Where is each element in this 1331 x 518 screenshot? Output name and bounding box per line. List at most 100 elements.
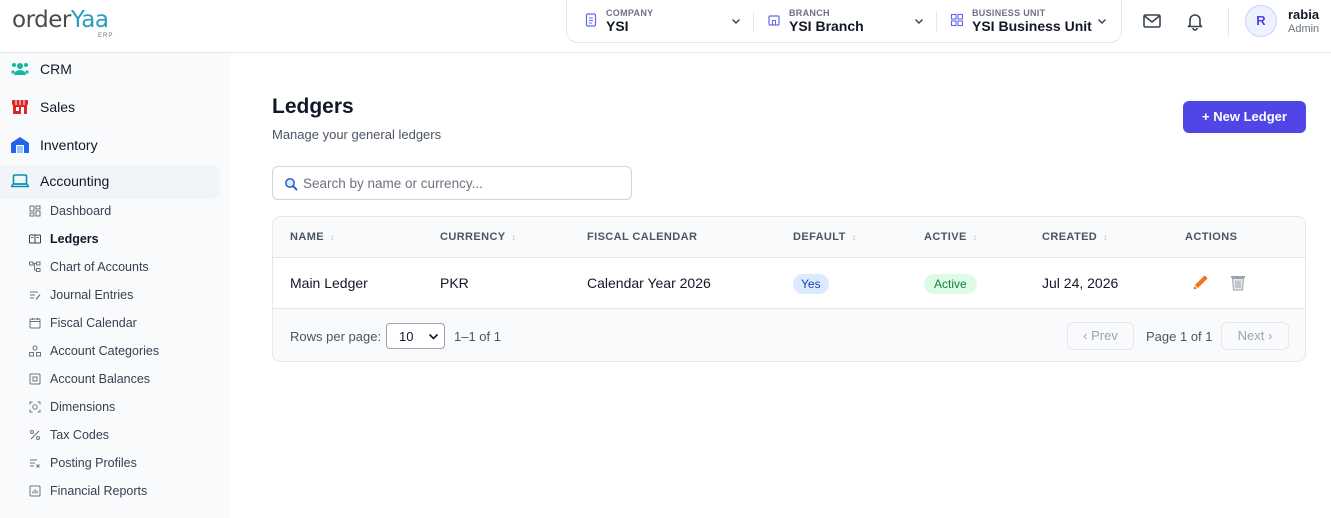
- report-icon: [29, 485, 41, 497]
- company-selector[interactable]: COMPANY YSI: [584, 0, 749, 43]
- selector-divider: [936, 12, 937, 32]
- search-icon: [285, 178, 298, 191]
- grid-icon: [950, 13, 964, 27]
- sort-icon: ↕: [1103, 232, 1109, 242]
- selector-divider: [753, 12, 754, 32]
- avatar[interactable]: R: [1245, 5, 1277, 37]
- brand-logo[interactable]: orderYaa ERP: [12, 7, 112, 41]
- posting-icon: [30, 459, 40, 468]
- default-badge: Yes: [793, 274, 829, 294]
- trash-icon[interactable]: [1228, 273, 1248, 293]
- warehouse-icon: [11, 137, 29, 153]
- table-row[interactable]: Main Ledger PKR Calendar Year 2026 Yes A…: [273, 258, 1305, 309]
- sidebar-subitem-journal-entries[interactable]: Journal Entries: [0, 284, 220, 308]
- column-header-default[interactable]: DEFAULT ↕: [793, 231, 857, 243]
- sidebar-subitem-label: Chart of Accounts: [50, 260, 149, 274]
- chevron-down-icon: [732, 19, 740, 24]
- sidebar-item-accounting[interactable]: Accounting: [0, 165, 220, 199]
- sidebar-subitem-label: Posting Profiles: [50, 456, 137, 470]
- calendar-icon: [29, 318, 41, 329]
- ledgers-table: NAME ↕ CURRENCY ↕ FISCAL CALENDAR DEFAULT ↕…: [272, 216, 1306, 362]
- business-unit-value: YSI Business Unit: [972, 18, 1092, 34]
- column-header-actions: ACTIONS: [1185, 231, 1238, 243]
- crm-people-icon: [11, 63, 29, 75]
- pagination: Rows per page: 10 1–1 of 1 ‹ Prev Page 1…: [273, 309, 1305, 361]
- search-box: [272, 166, 632, 200]
- sidebar-subitem-label: Journal Entries: [50, 288, 134, 302]
- column-header-name[interactable]: NAME ↕: [290, 231, 335, 243]
- sidebar-subitem-ledgers[interactable]: Ledgers: [0, 228, 220, 252]
- pagination-range: 1–1 of 1: [454, 329, 501, 344]
- sidebar-subitem-chart-of-accounts[interactable]: Chart of Accounts: [0, 256, 220, 280]
- business-unit-selector[interactable]: BUSINESS UNIT YSI Business Unit: [950, 0, 1110, 43]
- sidebar-item-label: CRM: [40, 61, 72, 77]
- status-badge: Active: [924, 274, 977, 294]
- new-ledger-button[interactable]: + New Ledger: [1183, 101, 1306, 133]
- sidebar-subitem-dimensions[interactable]: Dimensions: [0, 396, 220, 420]
- user-role: Admin: [1288, 23, 1320, 35]
- dashboard-icon: [29, 205, 41, 217]
- document-icon: [585, 13, 597, 27]
- sidebar-subitem-dashboard[interactable]: Dashboard: [0, 200, 220, 224]
- sidebar-item-crm[interactable]: CRM: [0, 53, 220, 87]
- column-header-fiscal-calendar: FISCAL CALENDAR: [587, 231, 698, 243]
- balance-icon: [29, 373, 41, 385]
- cell-created: Jul 24, 2026: [1042, 275, 1119, 291]
- brand-tagline: ERP: [98, 33, 114, 39]
- sidebar-item-label: Inventory: [40, 137, 98, 153]
- branch-selector[interactable]: BRANCH YSI Branch: [767, 0, 932, 43]
- mail-icon[interactable]: [1142, 11, 1162, 31]
- edit-pencil-icon[interactable]: [1190, 273, 1210, 293]
- company-caption: COMPANY: [606, 8, 654, 18]
- chevron-down-icon: [428, 333, 439, 340]
- chevron-down-icon: [915, 19, 923, 24]
- sidebar-subitem-label: Fiscal Calendar: [50, 316, 137, 330]
- context-selectors: COMPANY YSI BRANCH YSI Branch BUSINESS U…: [566, 0, 1122, 43]
- journal-icon: [30, 291, 41, 300]
- user-name[interactable]: rabia: [1288, 7, 1319, 22]
- bell-icon[interactable]: [1185, 11, 1205, 31]
- cell-name: Main Ledger: [290, 275, 368, 291]
- shop-icon: [12, 100, 28, 114]
- sort-icon: ↕: [511, 232, 517, 242]
- branch-value: YSI Branch: [789, 18, 864, 34]
- search-input[interactable]: [303, 167, 623, 199]
- laptop-icon: [10, 174, 30, 188]
- column-header-active[interactable]: ACTIVE ↕: [924, 231, 978, 243]
- sidebar-subitem-financial-reports[interactable]: Financial Reports: [0, 480, 220, 504]
- sidebar-subitem-tax-codes[interactable]: Tax Codes: [0, 424, 220, 448]
- page-subtitle: Manage your general ledgers: [272, 127, 442, 142]
- tree-icon: [29, 261, 41, 272]
- sidebar-subitem-label: Account Balances: [50, 372, 151, 386]
- cell-currency: PKR: [440, 275, 469, 291]
- storefront-icon: [768, 15, 780, 26]
- sidebar-item-sales[interactable]: Sales: [0, 91, 220, 125]
- categories-icon: [29, 345, 41, 357]
- book-icon: [29, 234, 41, 244]
- sidebar-subitem-posting-profiles[interactable]: Posting Profiles: [0, 452, 220, 476]
- prev-page-button[interactable]: ‹ Prev: [1067, 322, 1134, 350]
- sidebar: CRM Sales Inventory Accounting Dashboard…: [0, 53, 230, 518]
- next-page-button[interactable]: Next ›: [1221, 322, 1289, 350]
- sidebar-subitem-fiscal-calendar[interactable]: Fiscal Calendar: [0, 312, 220, 336]
- chevron-down-icon: [1098, 19, 1106, 24]
- rows-per-page-select[interactable]: 10: [386, 323, 445, 349]
- sidebar-subitem-label: Financial Reports: [50, 484, 148, 498]
- sidebar-item-inventory[interactable]: Inventory: [0, 129, 220, 163]
- sort-icon: ↕: [972, 232, 978, 242]
- brand-name-part1: order: [12, 7, 71, 33]
- sidebar-item-label: Accounting: [40, 173, 110, 189]
- sidebar-subitem-label: Dashboard: [50, 204, 112, 218]
- column-header-currency[interactable]: CURRENCY ↕: [440, 231, 516, 243]
- table-header: NAME ↕ CURRENCY ↕ FISCAL CALENDAR DEFAULT ↕…: [273, 217, 1305, 258]
- rows-per-page-value: 10: [399, 329, 414, 344]
- sidebar-subitem-account-balances[interactable]: Account Balances: [0, 368, 220, 392]
- cell-fiscal-calendar: Calendar Year 2026: [587, 275, 711, 291]
- header-divider: [1228, 8, 1229, 36]
- sidebar-subitem-label: Tax Codes: [50, 428, 110, 442]
- column-header-created[interactable]: CREATED ↕: [1042, 231, 1108, 243]
- sidebar-subitem-label: Dimensions: [50, 400, 116, 414]
- sidebar-subitem-label: Ledgers: [50, 232, 99, 246]
- business-unit-caption: BUSINESS UNIT: [972, 8, 1046, 18]
- sidebar-subitem-account-categories[interactable]: Account Categories: [0, 340, 220, 364]
